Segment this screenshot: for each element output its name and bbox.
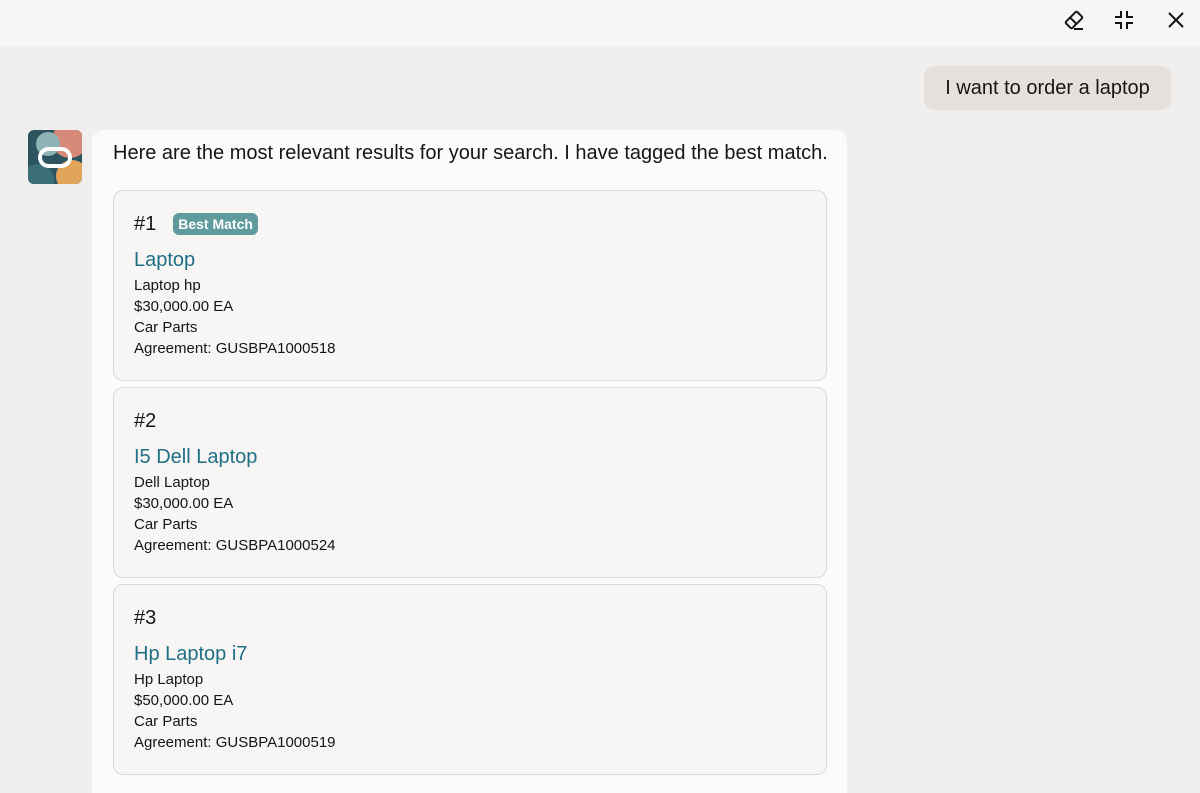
result-details: Hp Laptop $50,000.00 EA Car Parts Agreem… <box>134 669 336 753</box>
result-price: $50,000.00 EA <box>134 692 234 709</box>
collapse-icon <box>1115 11 1133 29</box>
assistant-avatar <box>28 130 82 184</box>
result-title-link[interactable]: Hp Laptop i7 <box>134 641 247 667</box>
result-rank: #1 <box>134 212 157 235</box>
close-button[interactable] <box>1163 7 1189 33</box>
result-description: Dell Laptop <box>134 474 210 491</box>
clear-conversation-button[interactable] <box>1061 7 1087 33</box>
result-description: Laptop hp <box>134 277 201 294</box>
result-card: #2 I5 Dell Laptop Dell Laptop $30,000.00… <box>113 387 827 578</box>
chat-header-toolbar <box>0 0 1200 46</box>
result-card: #1 Best Match Laptop Laptop hp $30,000.0… <box>113 190 827 381</box>
result-agreement: Agreement: GUSBPA1000524 <box>134 537 336 554</box>
eraser-icon <box>1064 10 1084 30</box>
result-category: Car Parts <box>134 319 198 336</box>
best-match-badge: Best Match <box>173 213 258 235</box>
result-description: Hp Laptop <box>134 671 204 688</box>
close-icon <box>1168 12 1184 28</box>
result-details: Laptop hp $30,000.00 EA Car Parts Agreem… <box>134 275 336 359</box>
result-price: $30,000.00 EA <box>134 298 234 315</box>
assistant-intro-text: Here are the most relevant results for y… <box>113 142 828 164</box>
result-title-link[interactable]: Laptop <box>134 247 195 273</box>
oracle-assistant-logo-icon <box>28 130 82 184</box>
result-details: Dell Laptop $30,000.00 EA Car Parts Agre… <box>134 472 336 556</box>
assistant-message-panel: Here are the most relevant results for y… <box>92 130 847 793</box>
collapse-button[interactable] <box>1111 7 1137 33</box>
result-agreement: Agreement: GUSBPA1000519 <box>134 734 336 751</box>
result-rank: #3 <box>134 606 157 629</box>
result-rank-row: #1 Best Match <box>134 211 258 237</box>
result-price: $30,000.00 EA <box>134 495 234 512</box>
result-agreement: Agreement: GUSBPA1000518 <box>134 340 336 357</box>
result-rank: #2 <box>134 409 157 432</box>
result-rank-row: #3 <box>134 605 156 631</box>
result-rank-row: #2 <box>134 408 156 434</box>
user-message-text: I want to order a laptop <box>945 77 1150 99</box>
result-card: #3 Hp Laptop i7 Hp Laptop $50,000.00 EA … <box>113 584 827 775</box>
result-category: Car Parts <box>134 516 198 533</box>
user-message-bubble: I want to order a laptop <box>924 66 1171 110</box>
result-title-link[interactable]: I5 Dell Laptop <box>134 444 257 470</box>
result-category: Car Parts <box>134 713 198 730</box>
